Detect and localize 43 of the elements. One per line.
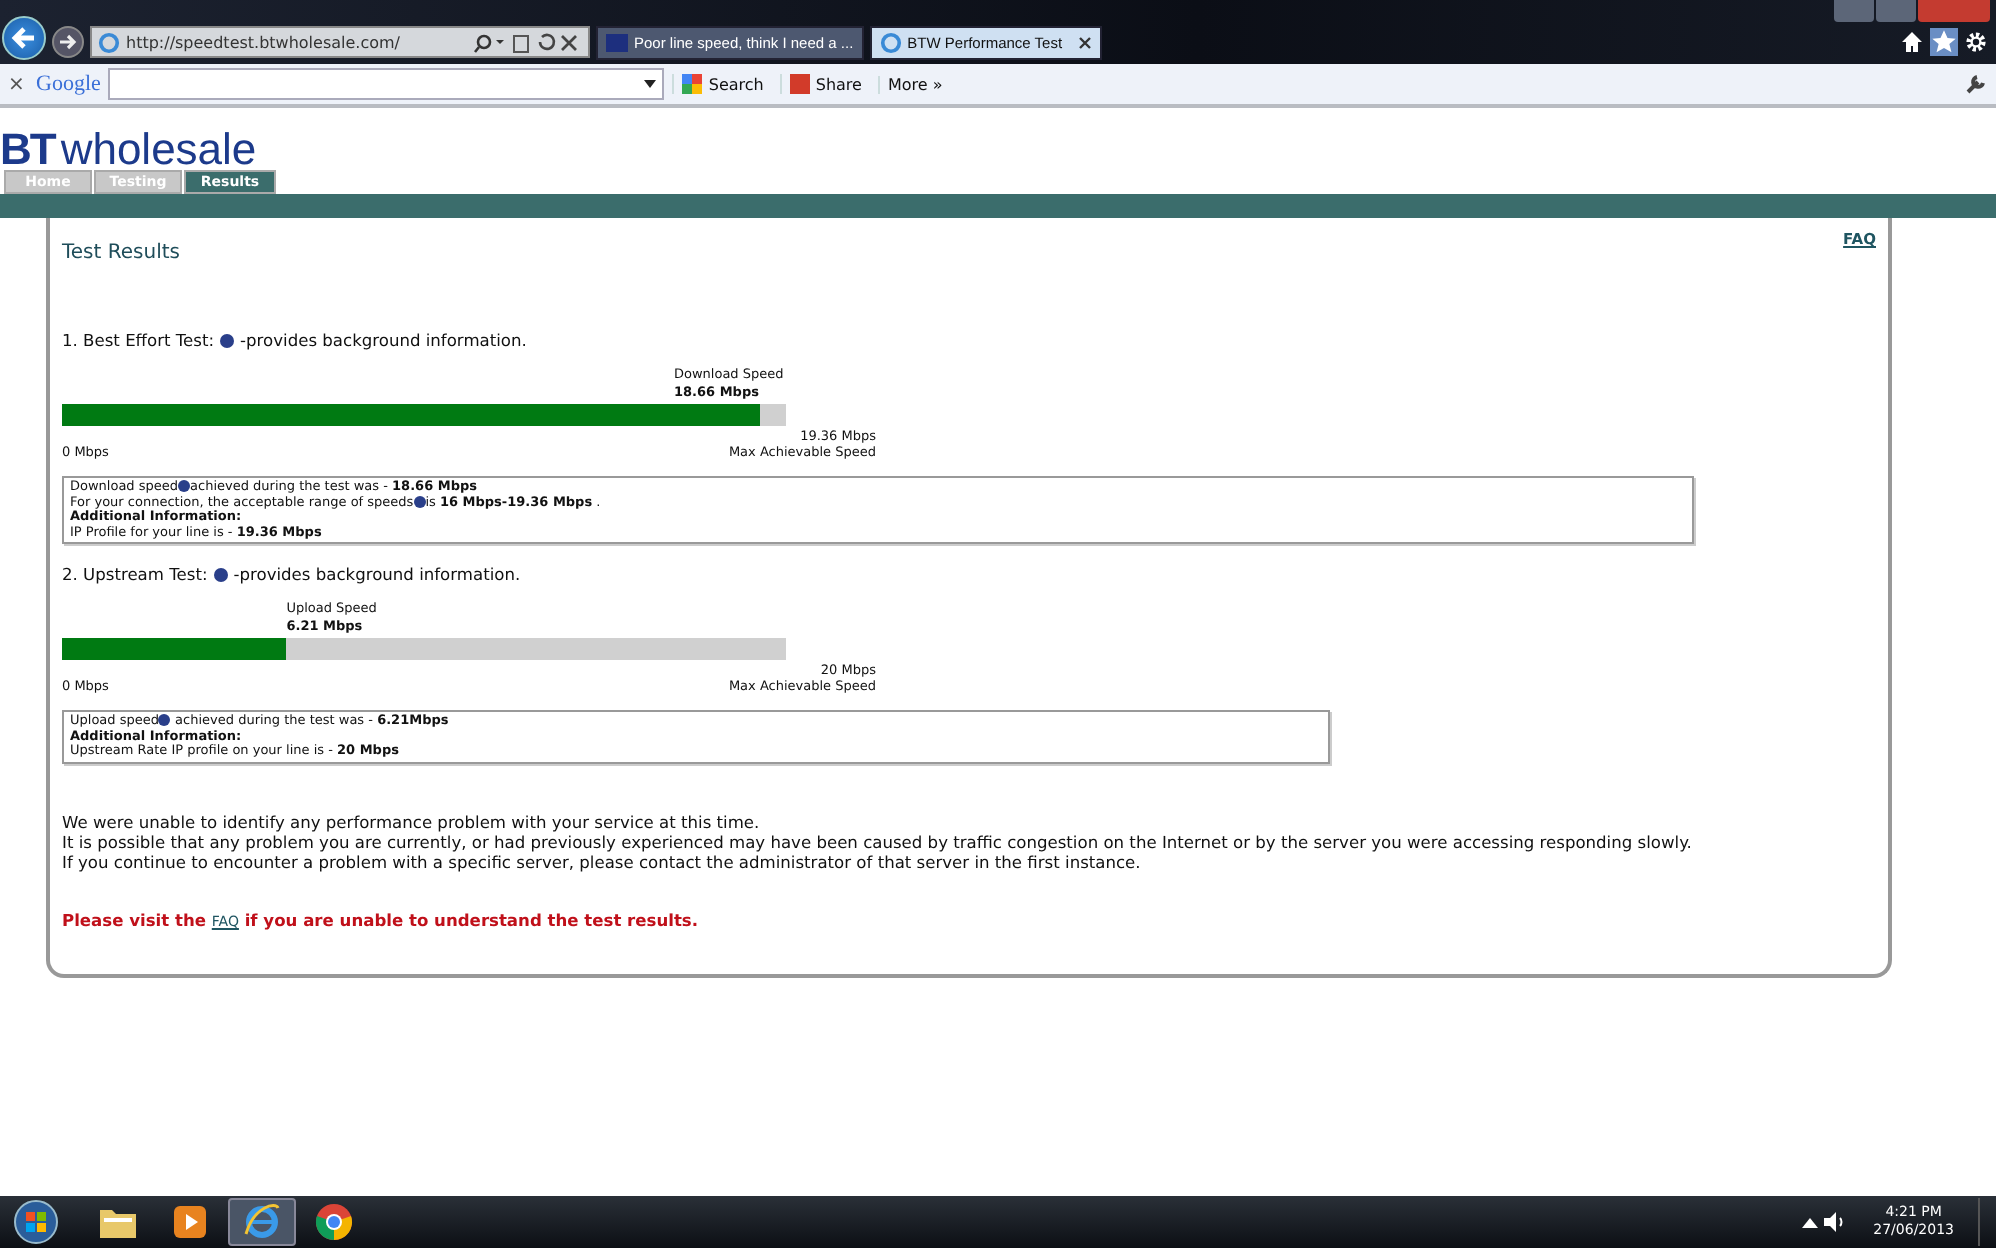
settings-icon[interactable] — [1964, 30, 1988, 54]
forward-arrow-icon — [56, 30, 80, 54]
result-message: If you continue to encounter a problem with a specific server, please contact the administrator of that server in the first instance. — [62, 851, 1143, 871]
back-button[interactable] — [2, 16, 46, 60]
folder-icon — [98, 1204, 138, 1240]
panel-title: Test Results — [62, 242, 180, 264]
page-icon — [879, 31, 902, 53]
close-tab-icon[interactable] — [1077, 35, 1092, 49]
result-message: It is possible that any problem you are currently, or had previously experienced may have been caused by traffic congestion on the Internet or by the server you were accessing responding slowly. — [62, 831, 1694, 851]
test-heading: 2. Upstream Test: — [62, 564, 208, 584]
tray-arrow-icon[interactable] — [1801, 1216, 1818, 1228]
wrench-icon[interactable] — [1964, 72, 1988, 96]
home-icon[interactable] — [1900, 30, 1924, 54]
test-heading: 1. Best Effort Test: — [62, 330, 215, 350]
volume-icon[interactable] — [1821, 1210, 1846, 1234]
help-icon[interactable] — [178, 480, 191, 493]
toolbar-button[interactable]: Share — [779, 74, 870, 94]
close-toolbar-button[interactable]: × — [8, 73, 28, 95]
site-icon — [606, 33, 628, 51]
help-icon[interactable] — [158, 714, 171, 727]
dropdown-caret-icon[interactable] — [644, 80, 657, 88]
toolbar-button[interactable]: Search — [672, 74, 772, 94]
media-player-icon — [172, 1204, 208, 1240]
address-field[interactable]: http://speedtest.btwholesale.com/ — [90, 26, 590, 58]
start-button[interactable] — [8, 1196, 64, 1248]
toolbar-button[interactable]: More » — [877, 75, 951, 93]
browser-e-icon — [242, 1202, 282, 1242]
site-logo[interactable]: BTwholesale — [0, 130, 1996, 170]
toolbar-logo: Google — [36, 72, 101, 96]
address-actions-icon[interactable] — [474, 31, 582, 53]
back-arrow-icon — [8, 22, 40, 54]
test-note: -provides background information. — [233, 564, 521, 584]
test-note: -provides background information. — [240, 330, 527, 350]
search-icon — [682, 74, 703, 94]
chrome-icon — [314, 1202, 354, 1242]
help-icon[interactable] — [413, 495, 426, 508]
forward-button[interactable] — [52, 26, 84, 58]
favorites-star-icon[interactable] — [1930, 28, 1958, 56]
help-icon[interactable] — [213, 567, 228, 581]
help-icon[interactable] — [220, 333, 235, 347]
page-icon — [98, 31, 120, 53]
search-field[interactable] — [108, 68, 665, 100]
result-message: We were unable to identify any performance problem with your service at this time. — [62, 811, 762, 831]
